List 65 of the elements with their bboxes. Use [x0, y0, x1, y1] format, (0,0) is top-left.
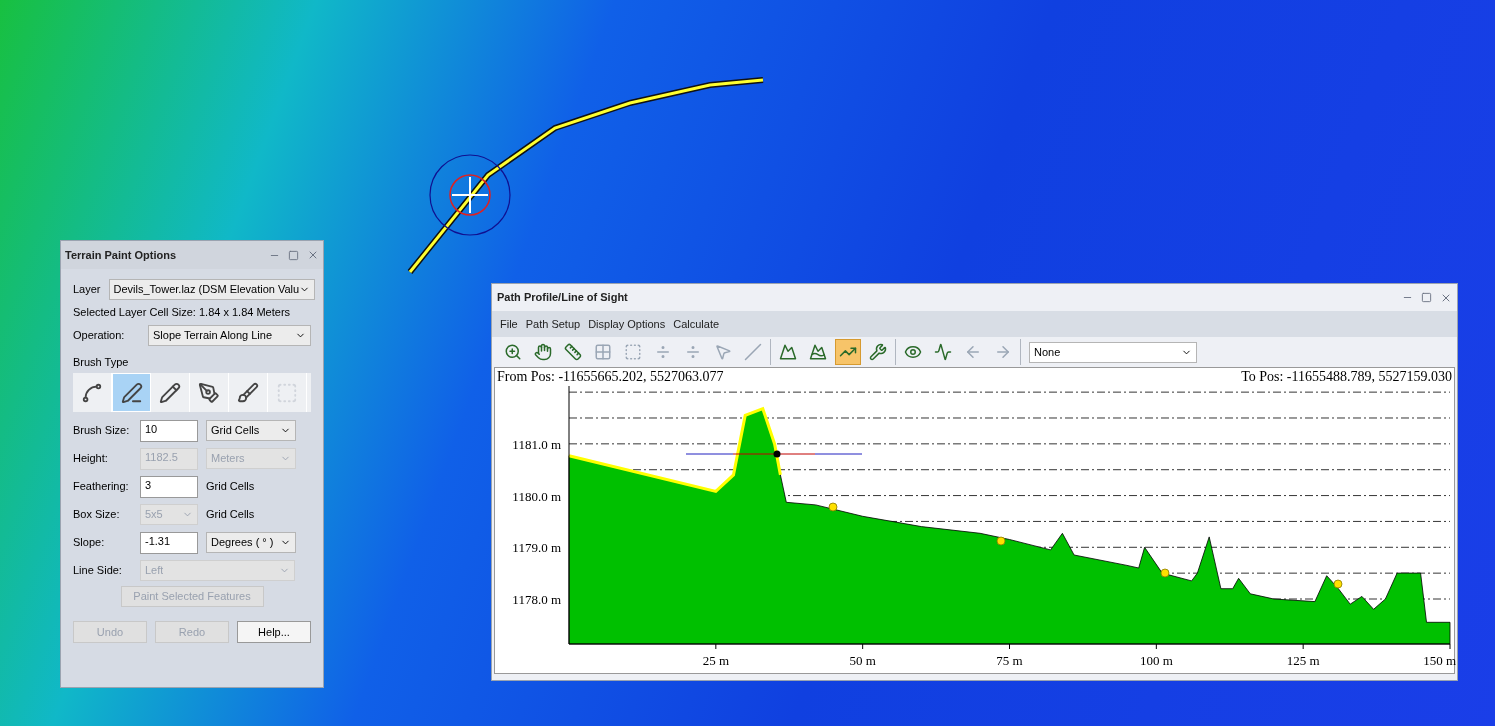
maximize-icon[interactable] — [288, 249, 299, 261]
dropdown[interactable]: None — [1029, 341, 1197, 363]
field-label: Box Size: — [73, 507, 121, 523]
cell-size-text: Selected Layer Cell Size: 1.84 x 1.84 Meters — [73, 305, 292, 320]
brush-icon — [237, 381, 259, 404]
x-tick-label: 100 m — [1139, 653, 1173, 668]
mountain-icon — [779, 343, 797, 361]
section-label: Brush Type — [73, 354, 130, 370]
right-arrow-icon — [994, 343, 1012, 361]
field-label: Feathering: — [73, 479, 130, 495]
field-label: Height: — [73, 451, 109, 467]
field-label: Brush Size: — [73, 423, 131, 439]
dropdown[interactable]: Devils_Tower.laz (DSM Elevation Valu — [108, 278, 316, 300]
field-label: Line Side: — [73, 563, 123, 579]
maximize-icon[interactable] — [1421, 292, 1432, 303]
pencil-icon — [159, 381, 181, 404]
dropdown[interactable]: Slope Terrain Along Line — [148, 325, 311, 346]
to-position-text: To Pos: -11655488.789, 5527159.030 — [1241, 368, 1452, 386]
window-title: Path Profile/Line of Sight — [497, 290, 628, 306]
divide-icon — [684, 343, 702, 361]
menu-item[interactable]: File — [500, 315, 518, 333]
dashed-square-icon — [276, 381, 298, 404]
x-tick-label: 50 m — [849, 653, 876, 668]
slash-icon — [744, 343, 762, 361]
pen-icon — [198, 381, 220, 404]
dropdown[interactable]: Degrees ( ° ) — [206, 532, 296, 553]
input-field[interactable]: -1.31 — [140, 531, 198, 554]
field-label: Slope: — [73, 535, 106, 551]
from-position-text: From Pos: -11655665.202, 5527063.077 — [497, 368, 724, 386]
menu-item[interactable]: Path Setup — [525, 315, 581, 333]
pointer-icon — [714, 343, 732, 361]
y-tick-label: 1181.0 m — [512, 436, 561, 452]
close-icon[interactable] — [307, 249, 319, 261]
unit-label: Grid Cells — [206, 507, 255, 523]
y-tick-label: 1179.0 m — [512, 540, 561, 556]
wave-icon — [934, 343, 952, 361]
window-title: Terrain Paint Options — [65, 247, 177, 263]
y-tick-label: 1180.0 m — [512, 488, 561, 504]
x-tick-label: 75 m — [996, 653, 1023, 668]
field-label: Operation: — [73, 328, 126, 344]
toolbar-button[interactable] — [835, 339, 861, 365]
hand-icon — [534, 343, 552, 361]
input-field[interactable]: 10 — [140, 419, 198, 442]
brush-type-button[interactable] — [112, 373, 151, 412]
menu-item[interactable]: Calculate — [673, 315, 720, 333]
menu-item[interactable]: Display Options — [588, 315, 666, 333]
eye-icon — [904, 343, 922, 361]
dialog-button[interactable]: Help... — [237, 621, 311, 643]
unit-label: Grid Cells — [206, 479, 255, 495]
dashed-square-icon — [624, 343, 642, 361]
x-tick-label: 150 m — [1423, 653, 1456, 668]
mountain-icon — [809, 343, 827, 361]
field-label: Layer — [73, 281, 101, 297]
dropdown[interactable]: Grid Cells — [206, 420, 296, 441]
ruler-icon — [564, 343, 582, 361]
x-tick-label: 125 m — [1286, 653, 1320, 668]
wrench-icon — [869, 343, 887, 361]
pen-line-icon — [120, 381, 143, 404]
crosshair-cursor-icon — [428, 153, 512, 237]
input-field[interactable]: 3 — [140, 475, 198, 498]
divide-icon — [654, 343, 672, 361]
grid-icon — [594, 343, 612, 361]
zoom-icon — [504, 343, 522, 361]
y-tick-label: 1178.0 m — [512, 592, 561, 607]
x-tick-label: 25 m — [702, 653, 729, 668]
